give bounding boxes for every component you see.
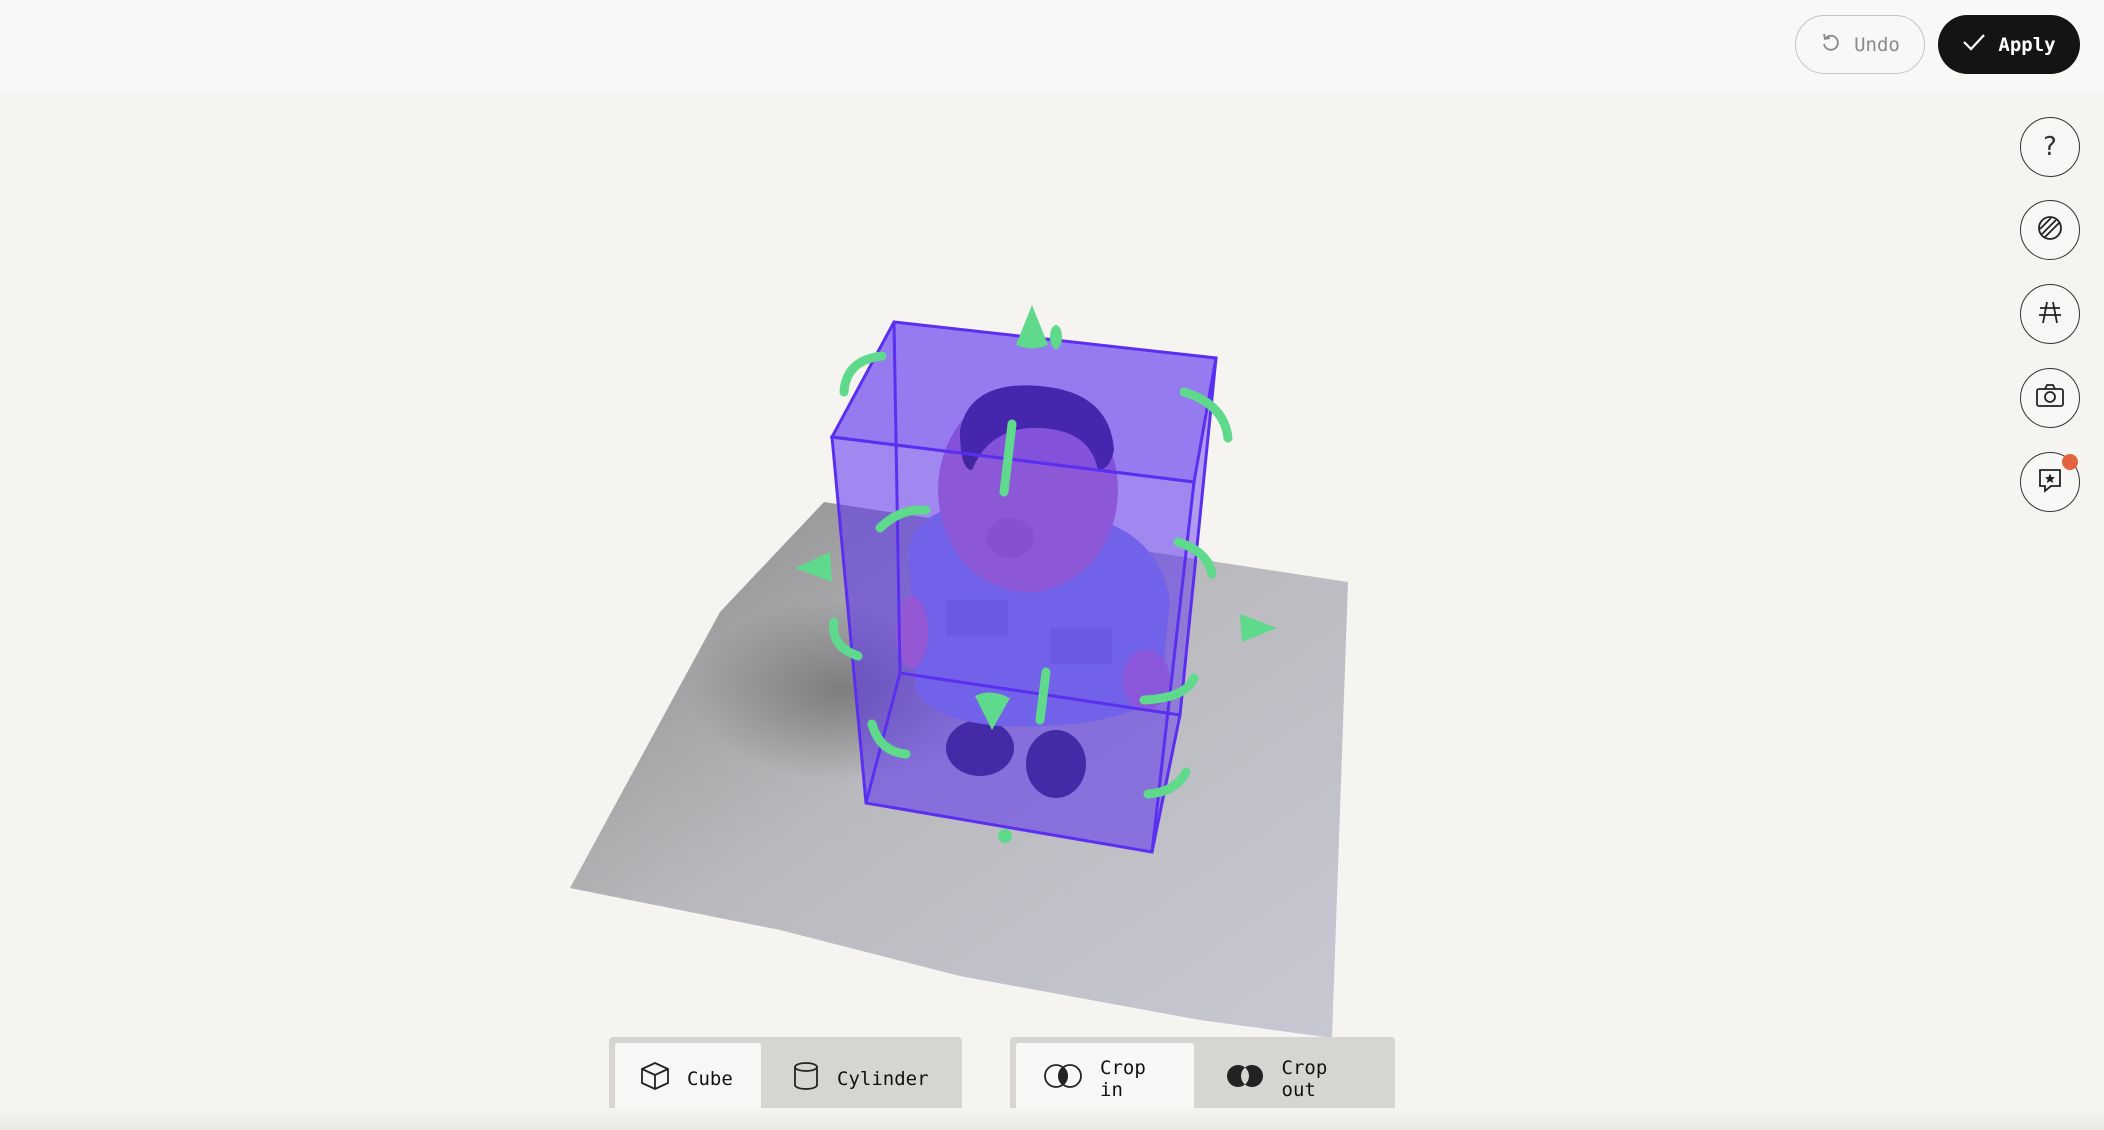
gizmo-arrow-up <box>1016 305 1048 349</box>
star-badge-icon <box>2037 467 2063 497</box>
check-icon <box>1962 32 1986 57</box>
gizmo-axis-bottom <box>1035 667 1051 725</box>
undo-label: Undo <box>1854 33 1900 56</box>
favorites-button[interactable] <box>2020 452 2080 512</box>
bottom-edge <box>0 1108 2104 1130</box>
crop-in-label: Crop in <box>1100 1056 1146 1101</box>
cube-label: Cube <box>687 1067 733 1090</box>
grid-plane-button[interactable] <box>2020 284 2080 344</box>
grid-plane-icon <box>2036 298 2064 330</box>
apply-button[interactable]: Apply <box>1938 15 2080 74</box>
crop-in-button[interactable]: Crop in <box>1016 1043 1194 1114</box>
notification-dot <box>2062 454 2078 470</box>
camera-icon <box>2035 383 2065 413</box>
undo-icon <box>1820 31 1842 58</box>
undo-button[interactable]: Undo <box>1795 15 1925 74</box>
viewport-3d[interactable] <box>0 0 2104 1130</box>
help-icon: ? <box>2043 132 2057 162</box>
cylinder-icon <box>791 1061 821 1096</box>
camera-button[interactable] <box>2020 368 2080 428</box>
crop-in-icon <box>1042 1063 1084 1094</box>
cylinder-label: Cylinder <box>837 1067 929 1090</box>
cylinder-shape-button[interactable]: Cylinder <box>767 1043 955 1114</box>
cube-icon <box>639 1060 671 1097</box>
texture-toggle-button[interactable] <box>2020 200 2080 260</box>
crop-out-label: Crop out <box>1281 1056 1328 1101</box>
apply-label: Apply <box>1998 33 2056 56</box>
top-bar <box>0 0 2104 92</box>
gizmo-point-bottom <box>998 829 1012 843</box>
help-button[interactable]: ? <box>2020 117 2080 177</box>
texture-icon <box>2036 214 2064 246</box>
crop-out-button[interactable]: Crop out <box>1200 1043 1389 1114</box>
crop-bounding-box[interactable] <box>829 320 1218 854</box>
crop-out-icon <box>1224 1063 1266 1094</box>
cube-shape-button[interactable]: Cube <box>615 1043 761 1114</box>
